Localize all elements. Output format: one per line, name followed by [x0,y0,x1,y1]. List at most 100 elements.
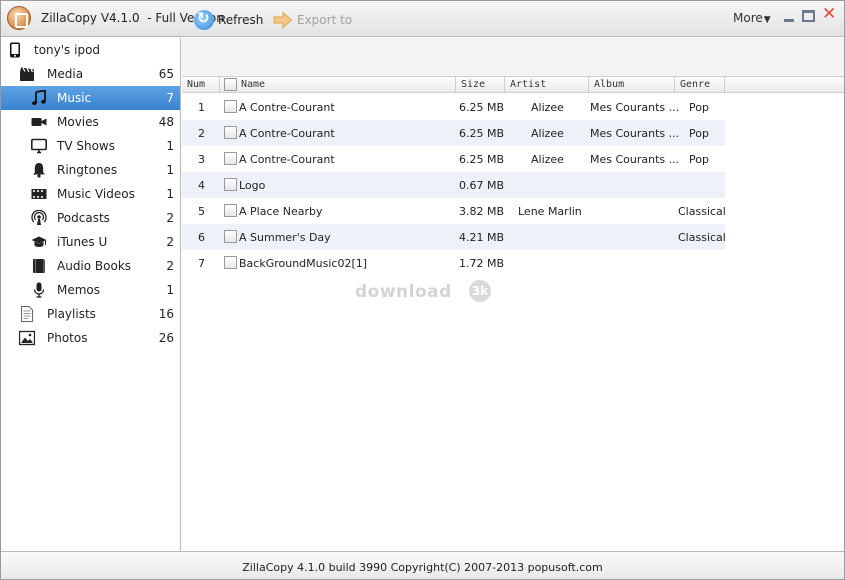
music-note-icon [31,90,47,106]
film-icon [31,186,47,202]
row-artist: Alizee [531,127,564,140]
row-size: 6.25 MB [459,153,505,166]
toolbar [182,38,844,76]
row-artist: Lene Marlin [518,205,582,218]
sidebar-item-count: 7 [166,91,174,105]
row-album: Mes Courants ... [590,101,680,114]
row-num: 3 [198,153,205,166]
row-checkbox[interactable] [224,152,237,165]
more-menu-button[interactable]: More▼ [733,11,771,25]
row-checkbox[interactable] [224,178,237,191]
sidebar-item-ringtones[interactable]: Ringtones 1 [1,158,180,182]
sidebar-item-audio-books[interactable]: Audio Books 2 [1,254,180,278]
sidebar-item-movies[interactable]: Movies 48 [1,110,180,134]
dropdown-arrow-icon: ▼ [763,15,771,25]
export-label: Export to [297,13,353,27]
sidebar-item-music[interactable]: Music 7 [1,86,180,110]
picture-icon [19,330,35,346]
sidebar-item-photos[interactable]: Photos 26 [1,326,180,350]
tv-icon [31,138,47,154]
row-artist: Alizee [531,101,564,114]
maximize-button[interactable] [802,10,815,22]
row-checkbox[interactable] [224,204,237,217]
table-row[interactable]: 2 A Contre-Courant 6.25 MB Alizee Mes Co… [182,120,725,146]
row-size: 6.25 MB [459,127,505,140]
column-header-genre[interactable]: Genre [675,77,725,93]
minimize-button[interactable] [782,10,796,24]
column-header-artist[interactable]: Artist [505,77,589,93]
podcast-icon [31,210,47,226]
sidebar-item-playlists[interactable]: Playlists 16 [1,302,180,326]
row-name: A Contre-Courant [239,153,335,166]
status-text: ZillaCopy 4.1.0 build 3990 Copyright(C) … [242,561,603,574]
row-size: 4.21 MB [459,231,505,244]
sidebar-item-label: TV Shows [57,139,115,153]
row-num: 5 [198,205,205,218]
row-checkbox[interactable] [224,256,237,269]
sidebar-item-label: iTunes U [57,235,108,249]
sidebar-item-device[interactable]: tony's ipod [1,38,180,62]
microphone-icon [31,282,47,298]
table-header: Num Name Size Artist Album Genre [182,76,844,93]
row-checkbox[interactable] [224,126,237,139]
column-header-size[interactable]: Size [456,77,505,93]
title-bar: ZillaCopy V4.1.0 - Full Version More▼ ✕ [1,1,844,37]
column-header-album[interactable]: Album [589,77,675,93]
refresh-icon [194,9,214,30]
sidebar-item-count: 1 [166,163,174,177]
row-size: 1.72 MB [459,257,505,270]
sidebar-item-label: Music [57,91,92,105]
sidebar-item-media[interactable]: Media 65 [1,62,180,86]
sidebar-item-count: 16 [158,307,174,321]
sidebar-item-memos[interactable]: Memos 1 [1,278,180,302]
table-row[interactable]: 3 A Contre-Courant 6.25 MB Alizee Mes Co… [182,146,725,172]
status-bar: ZillaCopy 4.1.0 build 3990 Copyright(C) … [1,551,844,579]
table-row[interactable]: 1 A Contre-Courant 6.25 MB Alizee Mes Co… [182,94,725,120]
sidebar-item-label: Audio Books [57,259,132,273]
row-name: A Summer's Day [239,231,331,244]
sidebar-item-count: 1 [166,187,174,201]
row-artist: Alizee [531,153,564,166]
sidebar-item-label: Ringtones [57,163,118,177]
sidebar-item-podcasts[interactable]: Podcasts 2 [1,206,180,230]
row-checkbox[interactable] [224,230,237,243]
watermark-text: download [355,282,452,302]
video-camera-icon [31,114,47,130]
graduation-cap-icon [31,234,47,250]
table-row[interactable]: 5 A Place Nearby 3.82 MB Lene Marlin Cla… [182,198,726,224]
row-genre: Pop [689,127,709,140]
row-num: 2 [198,127,205,140]
sidebar-item-label: Music Videos [57,187,135,201]
column-header-num[interactable]: Num [182,77,220,93]
sidebar-item-itunes-u[interactable]: iTunes U 2 [1,230,180,254]
row-name: Logo [239,179,266,192]
sidebar-item-label: Memos [57,283,101,297]
sidebar-item-label: Playlists [47,307,96,321]
table-row[interactable]: 4 Logo 0.67 MB [182,172,725,198]
sidebar-item-count: 48 [158,115,174,129]
row-name: BackGroundMusic02[1] [239,257,368,270]
sidebar-item-tv-shows[interactable]: TV Shows 1 [1,134,180,158]
app-logo-icon [7,6,31,30]
more-label: More [733,11,763,25]
table-row[interactable]: 6 A Summer's Day 4.21 MB Classical [182,224,726,250]
row-name: A Place Nearby [239,205,323,218]
row-genre: Pop [689,101,709,114]
app-window: ZillaCopy V4.1.0 - Full Version More▼ ✕ … [0,0,845,580]
sidebar-item-count: 65 [158,67,174,81]
table-row[interactable]: 7 BackGroundMusic02[1] 1.72 MB [182,250,725,276]
sidebar-item-music-videos[interactable]: Music Videos 1 [1,182,180,206]
clapperboard-icon [19,66,35,82]
ipod-icon [7,42,23,58]
row-checkbox[interactable] [224,100,237,113]
sidebar-item-count: 1 [166,139,174,153]
sidebar-item-label: Media [47,67,84,81]
column-header-label: Name [241,79,266,90]
select-all-checkbox[interactable] [224,78,237,91]
export-arrow-icon [273,10,293,30]
row-genre: Classical [678,231,726,244]
column-header-name[interactable]: Name [220,77,456,93]
row-genre: Classical [678,205,726,218]
close-button[interactable]: ✕ [822,6,836,23]
sidebar-item-count: 2 [166,259,174,273]
